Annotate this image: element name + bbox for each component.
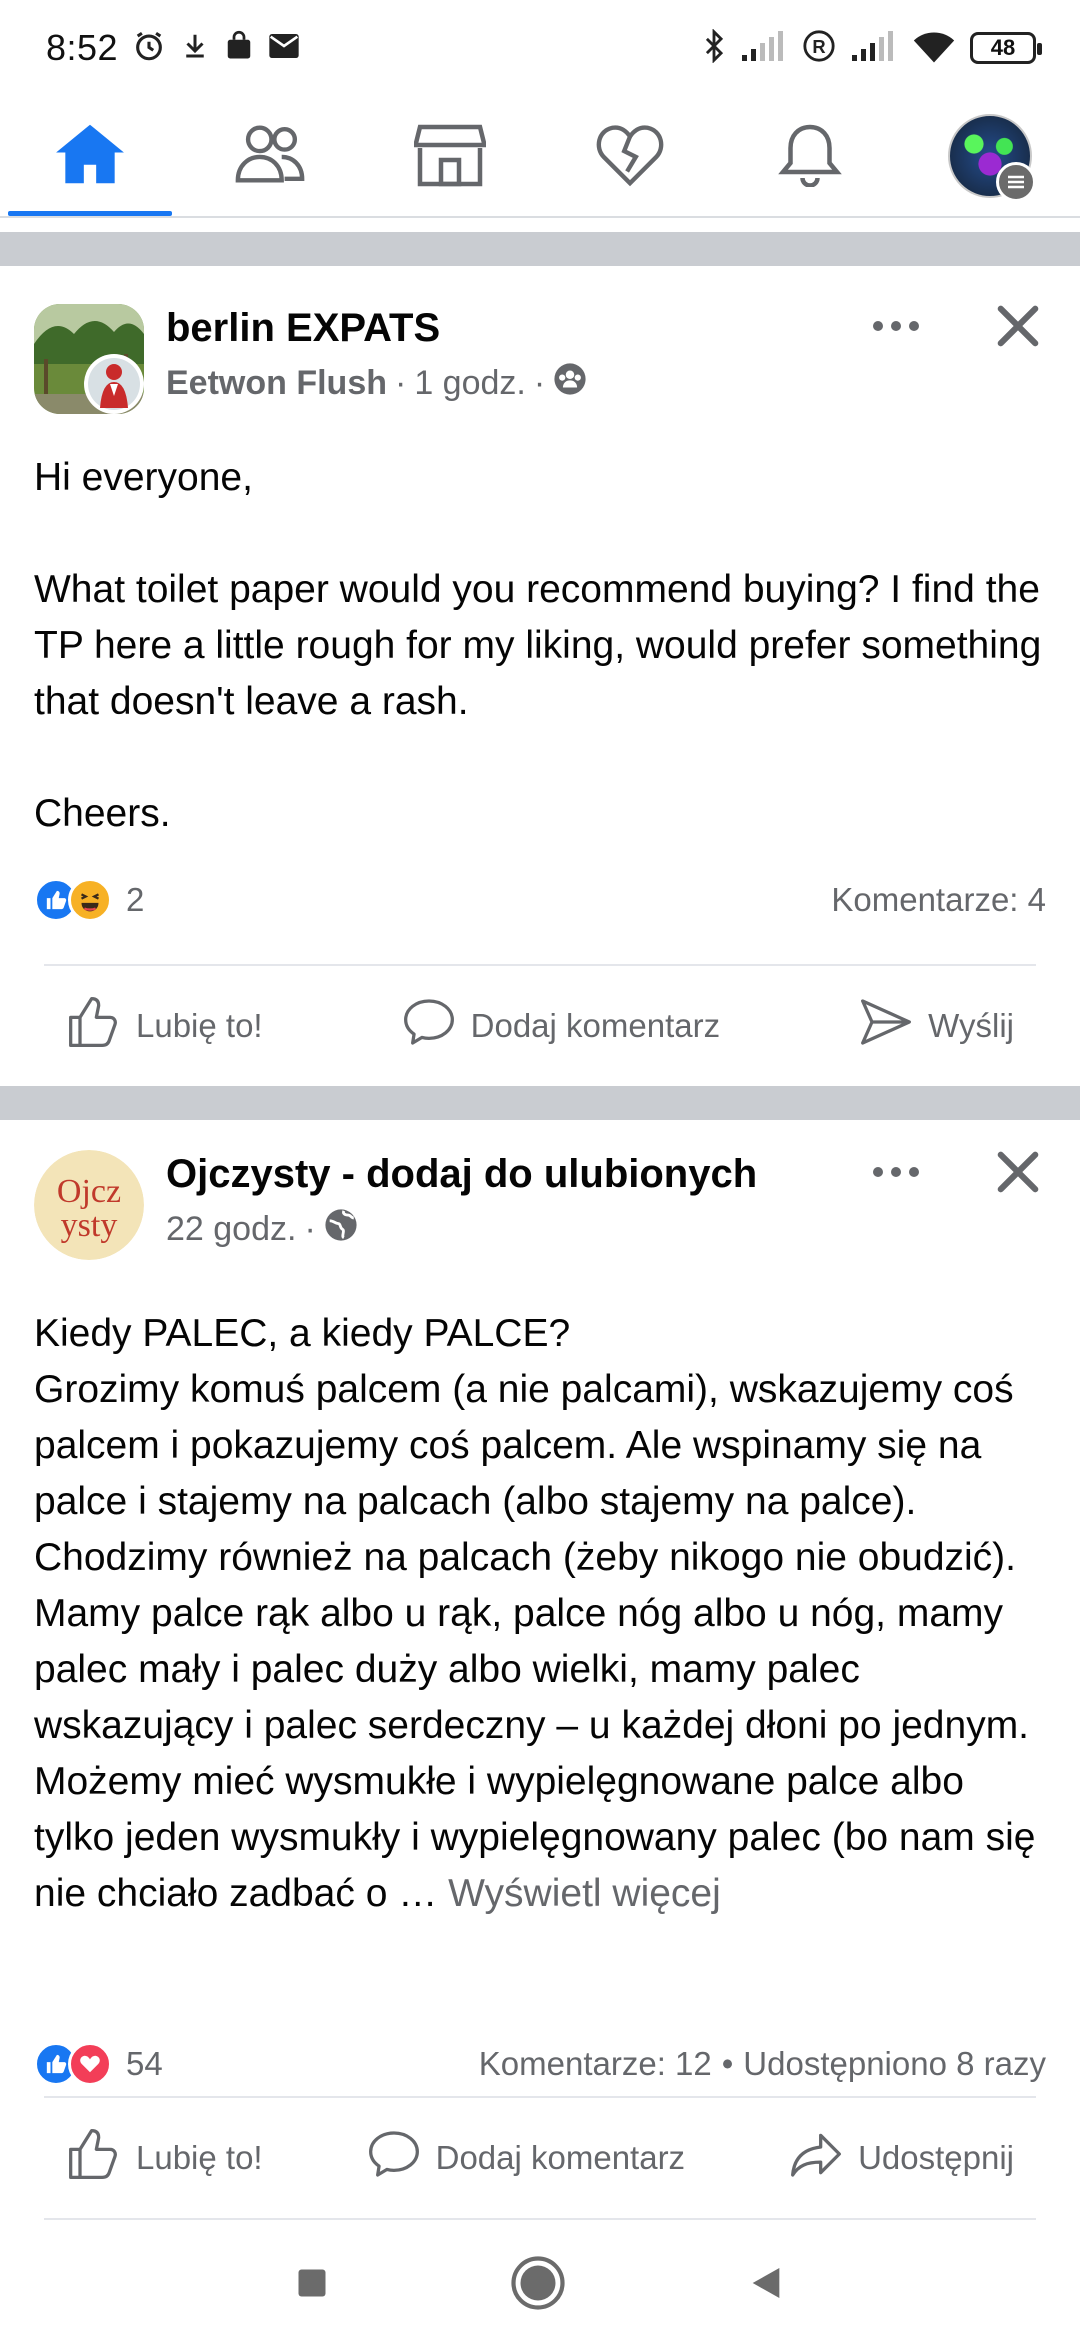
more-icon xyxy=(872,1165,920,1183)
shopping-bag-icon xyxy=(224,30,254,67)
system-navigation-bar xyxy=(0,2230,1080,2340)
send-label: Wyślij xyxy=(928,1007,1014,1044)
comment-button[interactable]: Dodaj komentarz xyxy=(379,994,742,1058)
more-options-button[interactable] xyxy=(866,308,926,348)
post-time[interactable]: 1 godz. xyxy=(414,364,526,403)
post-group-name[interactable]: berlin EXPATS xyxy=(166,306,440,351)
comments-count[interactable]: Komentarze: 12 xyxy=(479,2045,712,2083)
top-navigation xyxy=(0,96,1080,218)
feed-post: Ojcz ysty Ojczysty - dodaj do ulubionych… xyxy=(0,1120,1080,2230)
menu-icon xyxy=(996,162,1036,202)
home-icon xyxy=(53,121,127,192)
alarm-icon xyxy=(132,29,166,68)
share-icon xyxy=(788,2126,844,2190)
roaming-icon: R xyxy=(802,29,836,68)
post-time[interactable]: 22 godz. xyxy=(166,1210,296,1249)
post-header: berlin EXPATS Eetwon Flush · 1 godz. · xyxy=(34,304,1046,434)
comment-icon xyxy=(401,994,457,1058)
post-text: Kiedy PALEC, a kiedy PALCE? Grozimy komu… xyxy=(34,1312,1036,1915)
notifications-icon xyxy=(777,121,843,192)
hide-post-button[interactable] xyxy=(990,1146,1046,1202)
signal-icon xyxy=(740,30,788,66)
home-circle-icon[interactable] xyxy=(510,2255,566,2316)
group-avatar[interactable] xyxy=(34,304,144,414)
thumbs-up-icon xyxy=(66,2126,122,2190)
post-text: Hi everyone, What toilet paper would you… xyxy=(34,456,1042,835)
download-icon xyxy=(180,31,210,66)
nav-marketplace[interactable] xyxy=(360,96,540,216)
shares-count[interactable]: Udostępniono 8 razy xyxy=(743,2045,1046,2083)
feed-divider xyxy=(0,232,1080,266)
share-label: Udostępnij xyxy=(858,2139,1014,2176)
haha-icon xyxy=(68,878,112,922)
friends-icon xyxy=(232,121,308,192)
reactions-summary[interactable]: 54 xyxy=(34,2042,163,2086)
post-stats: 2 Komentarze: 4 xyxy=(34,870,1046,930)
comments-count[interactable]: Komentarze: 4 xyxy=(831,881,1046,919)
svg-text:R: R xyxy=(812,36,825,57)
post-meta: 22 godz. · xyxy=(166,1208,358,1251)
more-options-button[interactable] xyxy=(866,1154,926,1194)
post-meta: Eetwon Flush · 1 godz. · xyxy=(166,362,587,405)
active-tab-indicator xyxy=(8,211,172,216)
send-icon xyxy=(858,994,914,1058)
post-stats: 54 Komentarze: 12 • Udostępniono 8 razy xyxy=(34,2034,1046,2094)
post-text-container: Kiedy PALEC, a kiedy PALCE? Grozimy komu… xyxy=(34,1306,1054,1922)
mail-icon xyxy=(268,32,300,65)
nav-menu[interactable] xyxy=(900,96,1080,216)
more-icon xyxy=(872,319,920,337)
recents-icon[interactable] xyxy=(294,2265,330,2306)
comment-label: Dodaj komentarz xyxy=(470,1007,721,1044)
status-bar: 8:52 R 48 xyxy=(0,0,1080,96)
send-button[interactable]: Wyślij xyxy=(836,994,1036,1058)
reactions-summary[interactable]: 2 xyxy=(34,878,144,922)
post-page-name[interactable]: Ojczysty - dodaj do ulubionych xyxy=(166,1152,757,1197)
like-button[interactable]: Lubię to! xyxy=(44,2126,285,2190)
engagement-counts: Komentarze: 12 • Udostępniono 8 razy xyxy=(478,2045,1046,2083)
page-avatar[interactable]: Ojcz ysty xyxy=(34,1150,144,1260)
nav-home[interactable] xyxy=(0,96,180,216)
avatar-text-bottom: ysty xyxy=(61,1207,118,1244)
post-header: Ojcz ysty Ojczysty - dodaj do ulubionych… xyxy=(34,1150,1046,1280)
bluetooth-icon xyxy=(702,27,726,68)
nav-dating[interactable] xyxy=(540,96,720,216)
group-icon xyxy=(553,362,587,405)
avatar-text-top: Ojcz xyxy=(57,1173,121,1210)
comment-label: Dodaj komentarz xyxy=(435,2139,686,2176)
like-label: Lubię to! xyxy=(136,1007,263,1044)
marketplace-icon xyxy=(412,121,488,192)
share-button[interactable]: Udostępnij xyxy=(766,2126,1036,2190)
see-more-link[interactable]: Wyświetl więcej xyxy=(448,1872,721,1915)
globe-icon xyxy=(324,1208,358,1251)
signal-icon xyxy=(850,30,898,66)
status-time: 8:52 xyxy=(46,27,119,68)
battery-icon: 48 xyxy=(970,32,1042,64)
like-button[interactable]: Lubię to! xyxy=(44,994,285,1058)
love-icon xyxy=(68,2042,112,2086)
close-icon xyxy=(995,1149,1041,1200)
feed-divider xyxy=(0,1086,1080,1120)
wifi-icon xyxy=(912,29,956,68)
reactions-count: 2 xyxy=(126,881,145,918)
thumbs-up-icon xyxy=(66,994,122,1058)
comment-icon xyxy=(366,2126,422,2190)
profile-avatar xyxy=(948,114,1036,202)
hide-post-button[interactable] xyxy=(990,300,1046,356)
close-icon xyxy=(995,303,1041,354)
like-label: Lubię to! xyxy=(136,2139,263,2176)
nav-notifications[interactable] xyxy=(720,96,900,216)
feed-post: berlin EXPATS Eetwon Flush · 1 godz. · H… xyxy=(0,266,1080,1086)
dating-icon xyxy=(595,121,665,192)
back-icon[interactable] xyxy=(746,2263,786,2308)
post-actions: Lubię to! Dodaj komentarz Udostępnij xyxy=(44,2096,1036,2220)
post-author[interactable]: Eetwon Flush xyxy=(166,364,387,403)
reactions-count: 54 xyxy=(126,2045,163,2082)
comment-button[interactable]: Dodaj komentarz xyxy=(344,2126,707,2190)
battery-level: 48 xyxy=(990,35,1016,60)
nav-friends[interactable] xyxy=(180,96,360,216)
post-actions: Lubię to! Dodaj komentarz Wyślij xyxy=(44,964,1036,1086)
